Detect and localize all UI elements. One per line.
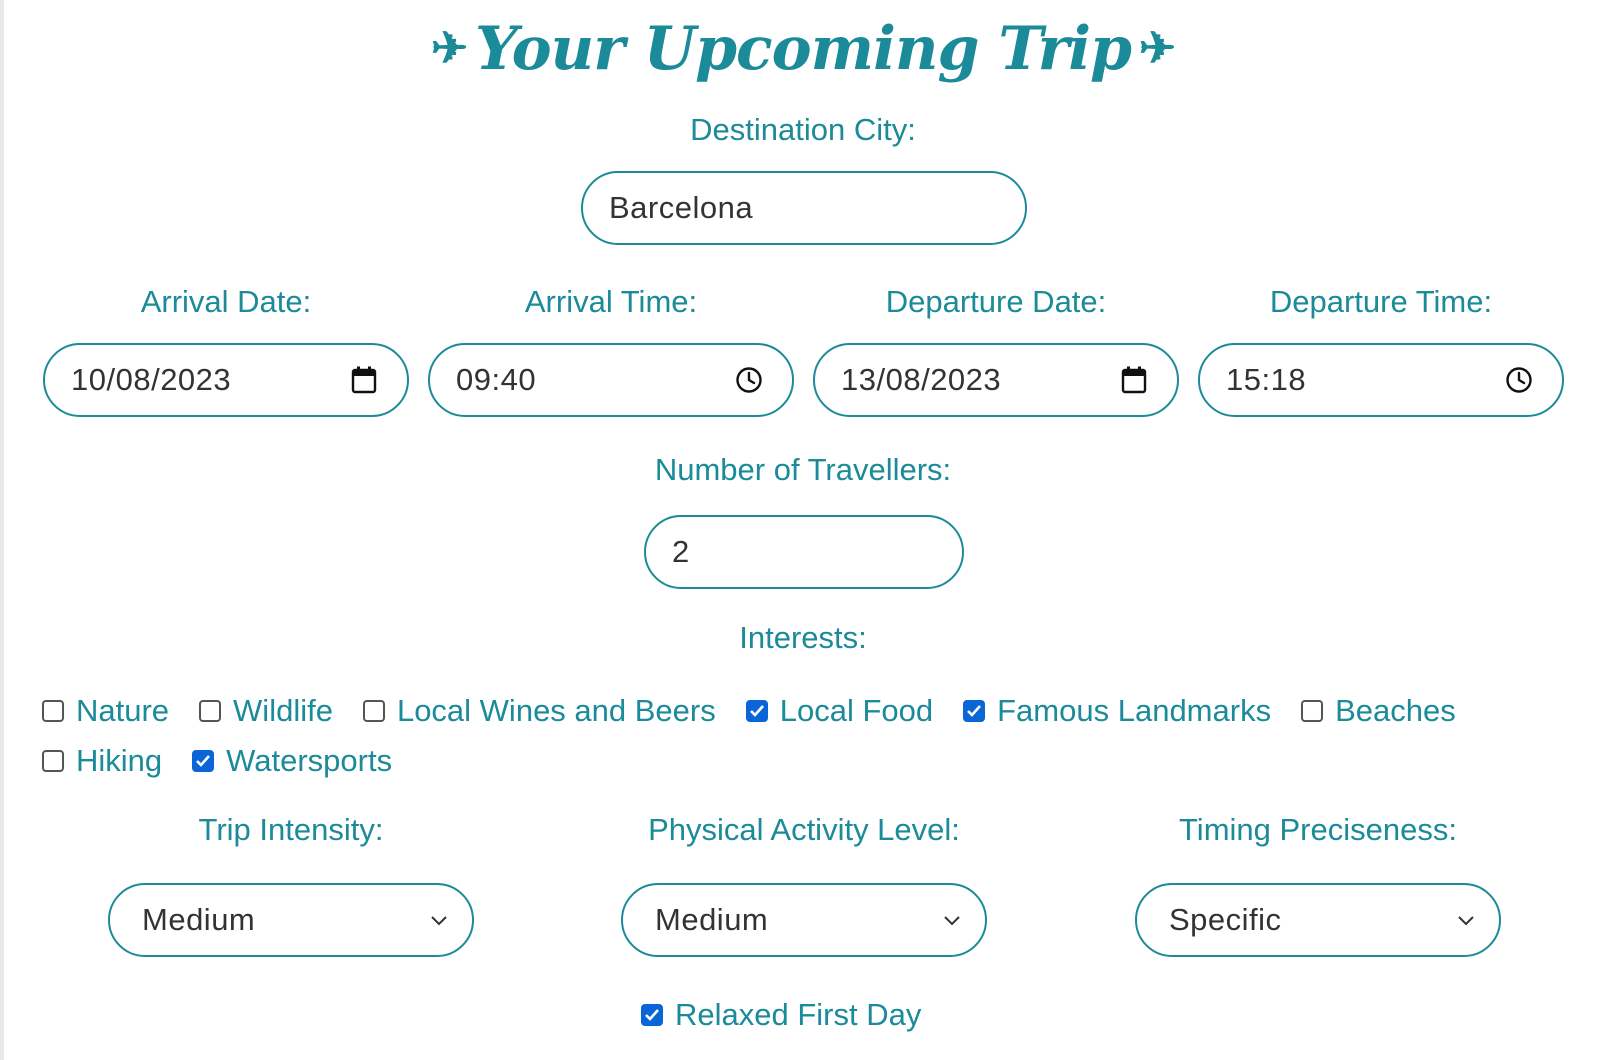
relaxed-first-day-checkbox[interactable]: Relaxed First Day (641, 990, 921, 1040)
calendar-icon[interactable] (349, 365, 379, 395)
interest-checkbox-local-wines-and-beers[interactable]: Local Wines and Beers (362, 686, 716, 736)
chevron-down-icon (424, 905, 454, 935)
physical-activity-select[interactable]: Medium (621, 883, 987, 957)
interest-checkbox-hiking[interactable]: Hiking (42, 736, 162, 786)
interest-checkbox-famous-landmarks[interactable]: Famous Landmarks (963, 686, 1271, 736)
checkbox-box[interactable] (745, 700, 768, 722)
chevron-down-icon (1451, 905, 1481, 935)
left-edge-divider (0, 0, 4, 1060)
arrival-time-value: 09:40 (456, 362, 537, 397)
destination-city-input[interactable]: Barcelona (581, 171, 1027, 245)
interest-label: Watersports (226, 743, 393, 778)
airplane-icon: ✈ (1138, 23, 1176, 74)
arrival-date-input[interactable]: 10/08/2023 (43, 343, 409, 417)
arrival-time-input[interactable]: 09:40 (428, 343, 794, 417)
clock-icon[interactable] (734, 365, 764, 395)
interest-label: Nature (76, 693, 170, 728)
timing-preciseness-select[interactable]: Specific (1135, 883, 1501, 957)
interest-label: Beaches (1335, 693, 1456, 728)
page-title-text: Your Upcoming Trip (475, 14, 1132, 84)
departure-date-value: 13/08/2023 (841, 362, 1002, 397)
interests-label: Interests: (739, 620, 867, 655)
departure-time-value: 15:18 (1226, 362, 1307, 397)
checkbox-box[interactable] (199, 700, 222, 722)
relaxed-first-day-label: Relaxed First Day (675, 997, 922, 1032)
interests-checkbox-group: Nature Wildlife Local Wines and Beers Local… (42, 686, 1562, 786)
travellers-label: Number of Travellers: (654, 452, 952, 487)
interest-label: Famous Landmarks (997, 693, 1272, 728)
trip-intensity-value: Medium (142, 902, 256, 937)
physical-activity-label: Physical Activity Level: (648, 812, 960, 847)
travellers-value: 2 (672, 534, 690, 569)
clock-icon[interactable] (1504, 365, 1534, 395)
interest-checkbox-nature[interactable]: Nature (42, 686, 169, 736)
interest-label: Wildlife (233, 693, 333, 728)
interest-checkbox-watersports[interactable]: Watersports (192, 736, 392, 786)
checkbox-box[interactable] (641, 1004, 663, 1026)
interest-label: Local Wines and Beers (396, 693, 716, 728)
checkbox-box[interactable] (42, 700, 64, 722)
interest-label: Local Food (779, 693, 934, 728)
checkbox-box[interactable] (192, 750, 215, 772)
destination-city-value: Barcelona (609, 190, 754, 225)
interest-checkbox-wildlife[interactable]: Wildlife (199, 686, 333, 736)
departure-time-input[interactable]: 15:18 (1198, 343, 1564, 417)
physical-activity-value: Medium (655, 902, 769, 937)
trip-intensity-label: Trip Intensity: (198, 812, 384, 847)
arrival-date-label: Arrival Date: (140, 284, 312, 319)
trip-intensity-select[interactable]: Medium (108, 883, 474, 957)
checkbox-box[interactable] (362, 700, 385, 722)
checkbox-box[interactable] (963, 700, 986, 722)
calendar-icon[interactable] (1119, 365, 1149, 395)
destination-city-label: Destination City: (690, 112, 916, 147)
timing-preciseness-label: Timing Preciseness: (1179, 812, 1457, 847)
departure-date-label: Departure Date: (885, 284, 1107, 319)
arrival-time-label: Arrival Time: (524, 284, 698, 319)
interest-checkbox-local-food[interactable]: Local Food (745, 686, 934, 736)
chevron-down-icon (937, 905, 967, 935)
departure-date-input[interactable]: 13/08/2023 (813, 343, 1179, 417)
arrival-date-value: 10/08/2023 (71, 362, 232, 397)
airplane-icon: ✈ (431, 23, 468, 74)
checkbox-box[interactable] (1301, 700, 1324, 722)
interest-checkbox-beaches[interactable]: Beaches (1301, 686, 1456, 736)
page-title: ✈ Your Upcoming Trip ✈ (0, 14, 1606, 84)
travellers-input[interactable]: 2 (644, 515, 964, 589)
timing-preciseness-value: Specific (1169, 902, 1282, 937)
departure-time-label: Departure Time: (1269, 284, 1493, 319)
interest-label: Hiking (76, 743, 163, 778)
checkbox-box[interactable] (42, 750, 64, 772)
